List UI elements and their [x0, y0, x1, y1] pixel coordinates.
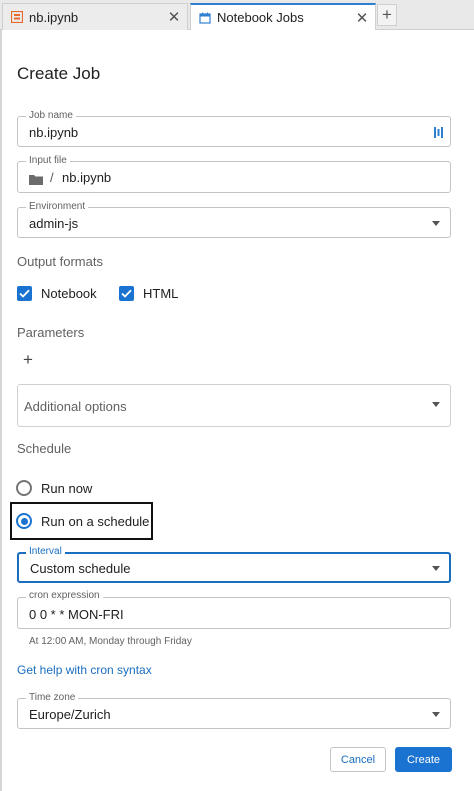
run-now-radio[interactable]: Run now [16, 480, 92, 496]
cron-expression-value: 0 0 * * MON-FRI [29, 607, 124, 622]
highlight-box [10, 502, 153, 540]
notebook-checkbox[interactable]: Notebook [17, 286, 97, 301]
checkbox-checked-icon[interactable] [17, 286, 32, 301]
additional-options-label: Additional options [24, 399, 127, 414]
job-name-label: Job name [26, 110, 76, 122]
additional-options-accordion[interactable]: Additional options [17, 384, 451, 427]
cron-expression-input[interactable]: cron expression 0 0 * * MON-FRI [17, 590, 451, 629]
run-now-label: Run now [41, 480, 93, 496]
html-checkbox-label: HTML [143, 286, 179, 301]
time-zone-value: Europe/Zurich [29, 707, 111, 722]
job-name-value: nb.ipynb [29, 125, 79, 140]
time-zone-select[interactable]: Time zone Europe/Zurich [17, 692, 451, 729]
tab-notebook-jobs[interactable]: Notebook Jobs ✕ [190, 3, 376, 30]
tab-label: Notebook Jobs [217, 10, 304, 25]
tab-nb-ipynb[interactable]: nb.ipynb ✕ [2, 3, 188, 30]
create-button[interactable]: Create [395, 747, 452, 772]
close-icon[interactable]: ✕ [163, 8, 185, 26]
input-file-field: Input file / nb.ipynb [17, 155, 451, 193]
interval-select[interactable]: Interval Custom schedule [17, 546, 451, 583]
input-file-label: Input file [26, 155, 70, 167]
cron-expression-label: cron expression [26, 590, 103, 602]
html-checkbox[interactable]: HTML [119, 286, 178, 301]
panel-border [0, 30, 2, 791]
environment-select[interactable]: Environment admin-js [17, 201, 451, 238]
chevron-down-icon [432, 402, 440, 407]
environment-value: admin-js [29, 216, 79, 231]
notebook-icon [11, 11, 23, 23]
tab-bar: nb.ipynb ✕ Notebook Jobs ✕ + [0, 0, 474, 30]
add-tab-button[interactable]: + [377, 4, 397, 26]
input-file-value: nb.ipynb [62, 170, 112, 185]
notebook-checkbox-label: Notebook [41, 286, 97, 301]
time-zone-label: Time zone [26, 692, 79, 704]
parameters-label: Parameters [17, 325, 85, 340]
job-name-field[interactable]: Job name nb.ipynb [17, 110, 451, 147]
page-title: Create Job [17, 64, 101, 83]
chevron-down-icon [432, 712, 440, 717]
close-icon[interactable]: ✕ [351, 9, 373, 27]
checkbox-checked-icon[interactable] [119, 286, 134, 301]
output-formats-label: Output formats [17, 254, 103, 269]
chevron-down-icon [432, 566, 440, 571]
cron-helper-text: At 12:00 AM, Monday through Friday [29, 636, 192, 647]
calendar-icon [199, 12, 211, 24]
chevron-down-icon [432, 221, 440, 226]
cron-help-link[interactable]: Get help with cron syntax [17, 663, 152, 677]
add-parameter-button[interactable]: + [23, 350, 33, 370]
password-manager-icon[interactable] [434, 126, 444, 144]
cancel-button[interactable]: Cancel [330, 747, 386, 772]
interval-value: Custom schedule [30, 561, 131, 576]
radio-unchecked-icon[interactable] [16, 480, 32, 496]
tab-label: nb.ipynb [29, 9, 79, 25]
environment-label: Environment [26, 201, 89, 213]
folder-icon [29, 172, 43, 190]
path-separator: / [50, 170, 54, 185]
interval-label: Interval [26, 546, 65, 558]
schedule-label: Schedule [17, 441, 72, 456]
